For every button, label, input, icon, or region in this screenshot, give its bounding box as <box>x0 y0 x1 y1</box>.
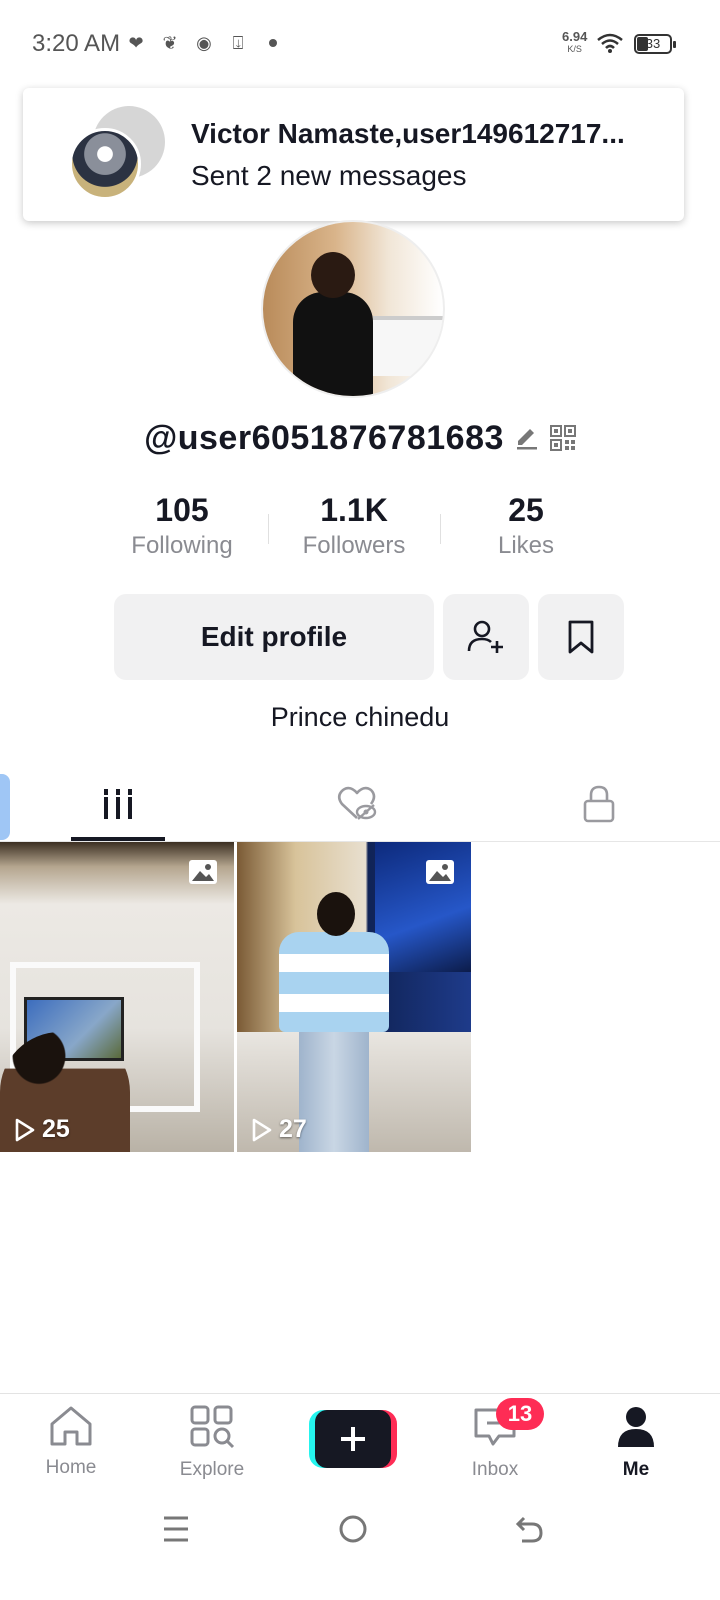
video-grid: 25 27 <box>0 842 471 1152</box>
message-notification[interactable]: Victor Namaste,user149612717... Sent 2 n… <box>23 88 684 221</box>
content-tabs <box>0 766 720 842</box>
menu-icon[interactable] <box>162 1514 190 1544</box>
play-count: 25 <box>14 1115 70 1144</box>
inbox-badge: 13 <box>496 1398 544 1430</box>
profile-avatar[interactable] <box>261 220 445 398</box>
status-bar: 3:20 AM ❤ ❦ ◉ ⍗ 6.94 K/S 33 <box>0 0 720 88</box>
nav-explore-label: Explore <box>179 1459 245 1480</box>
nav-explore[interactable]: Explore <box>152 1404 272 1481</box>
create-button[interactable] <box>309 1410 397 1468</box>
add-friends-button[interactable] <box>443 594 529 680</box>
system-navigation-bar <box>0 1500 720 1600</box>
stat-label: Following <box>131 532 233 559</box>
more-notifications-dot-icon <box>269 39 277 47</box>
username-row: @user6051876781683 <box>0 416 720 460</box>
stat-value: 105 <box>155 492 209 528</box>
profile-stats: 105 Following 1.1K Followers 25 Likes <box>96 490 612 570</box>
profile-actions: Edit profile <box>114 594 624 680</box>
status-time: 3:20 AM <box>32 30 121 57</box>
notification-body: Sent 2 new messages <box>191 160 467 191</box>
tab-videos[interactable] <box>0 766 236 841</box>
nav-home[interactable]: Home <box>11 1404 131 1479</box>
heart-icon: ❤ <box>128 33 144 53</box>
notification-avatar <box>69 128 141 200</box>
network-speed: 6.94 K/S <box>562 30 587 56</box>
nav-me[interactable]: Me <box>576 1404 696 1481</box>
stat-followers[interactable]: 1.1K Followers <box>268 490 440 570</box>
network-speed-unit: K/S <box>567 44 582 54</box>
play-count-value: 25 <box>42 1115 70 1143</box>
stat-value: 25 <box>508 492 544 528</box>
nav-me-label: Me <box>622 1459 650 1480</box>
plus-icon <box>341 1427 365 1451</box>
bookmark-icon <box>568 620 594 654</box>
stat-likes[interactable]: 25 Likes <box>440 490 612 570</box>
photo-icon <box>189 860 217 884</box>
video-thumbnail[interactable]: 27 <box>237 842 471 1152</box>
qr-code-icon[interactable] <box>549 425 576 451</box>
liked-hidden-icon <box>337 786 377 820</box>
play-count-value: 27 <box>279 1115 307 1143</box>
profile-person-icon <box>618 1407 654 1447</box>
play-icon <box>15 1118 35 1141</box>
download-icon: ⍗ <box>232 33 244 53</box>
wifi-icon <box>597 33 623 53</box>
bottom-nav: Home Explore Inbox Me <box>0 1393 720 1493</box>
username: @user6051876781683 <box>144 418 504 457</box>
network-speed-value: 6.94 <box>562 29 588 44</box>
nav-home-label: Home <box>45 1457 97 1478</box>
stat-label: Followers <box>302 532 406 559</box>
home-circle-icon[interactable] <box>338 1514 368 1544</box>
notification-title: Victor Namaste,user149612717... <box>191 118 625 149</box>
status-notification-icons: ❤ ❦ ◉ ⍗ <box>125 32 277 54</box>
explore-grid-icon <box>190 1405 235 1449</box>
play-icon <box>252 1118 272 1141</box>
add-user-icon <box>467 620 503 653</box>
favorites-button[interactable] <box>538 594 624 680</box>
photo-icon <box>426 860 454 884</box>
play-count: 27 <box>251 1115 307 1144</box>
battery-level: 33 <box>645 36 661 51</box>
leaf-icon: ❦ <box>162 33 178 53</box>
stat-label: Likes <box>497 532 555 559</box>
private-lock-icon <box>583 785 615 822</box>
profile-bio: Prince chinedu <box>270 702 450 732</box>
nav-inbox-label: Inbox <box>471 1459 519 1480</box>
stat-value: 1.1K <box>320 492 388 528</box>
video-thumbnail[interactable]: 25 <box>0 842 234 1152</box>
app-notification-icon: ◉ <box>196 33 212 53</box>
back-icon[interactable] <box>514 1514 544 1544</box>
tab-liked[interactable] <box>236 766 478 841</box>
battery-icon: 33 <box>634 34 676 54</box>
home-icon <box>50 1406 92 1446</box>
stat-following[interactable]: 105 Following <box>96 490 268 570</box>
tab-private[interactable] <box>478 766 720 841</box>
edit-profile-button[interactable]: Edit profile <box>114 594 434 680</box>
edit-pencil-icon[interactable] <box>514 425 540 451</box>
videos-grid-icon <box>102 788 134 819</box>
